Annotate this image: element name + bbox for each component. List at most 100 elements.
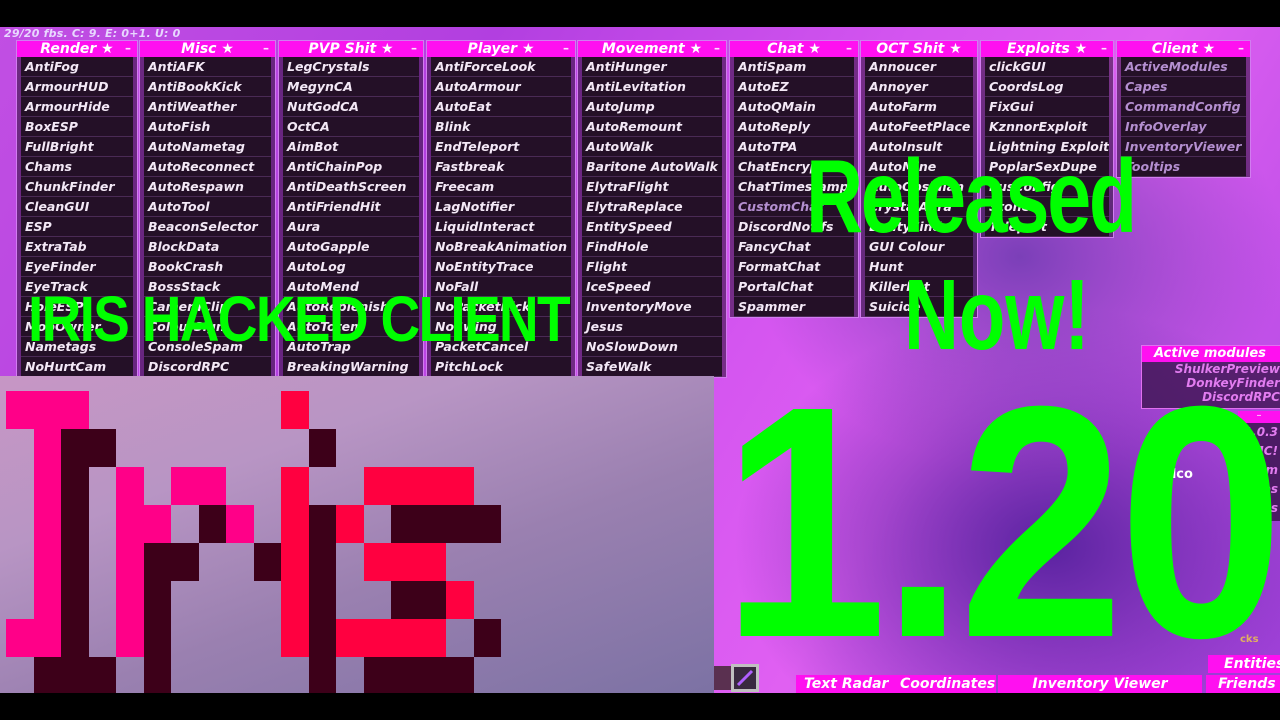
- panel-header[interactable]: Chat ★ –: [730, 41, 858, 57]
- module-toggle[interactable]: BeaconSelector: [144, 217, 271, 237]
- module-toggle[interactable]: FullBright: [21, 137, 133, 157]
- module-toggle[interactable]: IceSpeed: [582, 277, 722, 297]
- module-toggle[interactable]: LiquidInteract: [431, 217, 571, 237]
- module-toggle[interactable]: AntiSpam: [734, 57, 854, 77]
- module-toggle[interactable]: AntiFriendHit: [283, 197, 419, 217]
- module-toggle[interactable]: AutoJump: [582, 97, 722, 117]
- module-toggle[interactable]: Annoyer: [865, 77, 973, 97]
- module-toggle[interactable]: FindHole: [582, 237, 722, 257]
- module-toggle[interactable]: AntiWeather: [144, 97, 271, 117]
- module-toggle[interactable]: Annoucer: [865, 57, 973, 77]
- minimize-button[interactable]: –: [1238, 40, 1244, 56]
- panel-header[interactable]: Render ★ –: [17, 41, 137, 57]
- minimize-button[interactable]: –: [125, 40, 131, 56]
- module-toggle[interactable]: AutoReply: [734, 117, 854, 137]
- module-toggle[interactable]: AntiHunger: [582, 57, 722, 77]
- module-toggle[interactable]: Capes: [1121, 77, 1246, 97]
- module-toggle[interactable]: CoordsLog: [985, 77, 1109, 97]
- panel-header[interactable]: PVP Shit ★ –: [279, 41, 423, 57]
- panel-header[interactable]: Client ★ –: [1117, 41, 1250, 57]
- module-toggle[interactable]: NoEntityTrace: [431, 257, 571, 277]
- module-toggle[interactable]: CommandConfig: [1121, 97, 1246, 117]
- module-toggle[interactable]: ExtraTab: [21, 237, 133, 257]
- module-toggle[interactable]: Chams: [21, 157, 133, 177]
- module-toggle[interactable]: AutoFish: [144, 117, 271, 137]
- module-toggle[interactable]: AutoWalk: [582, 137, 722, 157]
- module-toggle[interactable]: MegynCA: [283, 77, 419, 97]
- module-toggle[interactable]: AutoEZ: [734, 77, 854, 97]
- module-toggle[interactable]: Blink: [431, 117, 571, 137]
- module-toggle[interactable]: AutoArmour: [431, 77, 571, 97]
- module-toggle[interactable]: AutoFeetPlace: [865, 117, 973, 137]
- module-toggle[interactable]: AimBot: [283, 137, 419, 157]
- module-toggle[interactable]: AntiDeathScreen: [283, 177, 419, 197]
- module-toggle[interactable]: BoxESP: [21, 117, 133, 137]
- module-toggle[interactable]: NoBreakAnimation: [431, 237, 571, 257]
- module-toggle[interactable]: AutoGapple: [283, 237, 419, 257]
- module-toggle[interactable]: NutGodCA: [283, 97, 419, 117]
- panel-header[interactable]: Player ★ –: [427, 41, 575, 57]
- module-toggle[interactable]: AutoRespawn: [144, 177, 271, 197]
- minimize-button[interactable]: –: [411, 40, 417, 56]
- module-toggle[interactable]: AutoTool: [144, 197, 271, 217]
- module-toggle[interactable]: SafeWalk: [582, 357, 722, 377]
- module-toggle[interactable]: ElytraFlight: [582, 177, 722, 197]
- minimize-button[interactable]: –: [714, 40, 720, 56]
- module-toggle[interactable]: AntiChainPop: [283, 157, 419, 177]
- module-toggle[interactable]: AutoRemount: [582, 117, 722, 137]
- module-toggle[interactable]: BookCrash: [144, 257, 271, 277]
- module-toggle[interactable]: InventoryMove: [582, 297, 722, 317]
- module-toggle[interactable]: LagNotifier: [431, 197, 571, 217]
- module-toggle[interactable]: Aura: [283, 217, 419, 237]
- module-toggle[interactable]: BreakingWarning: [283, 357, 419, 377]
- module-toggle[interactable]: Fastbreak: [431, 157, 571, 177]
- module-toggle[interactable]: KznnorExploit: [985, 117, 1109, 137]
- module-toggle[interactable]: clickGUI: [985, 57, 1109, 77]
- minimize-button[interactable]: –: [263, 40, 269, 56]
- module-toggle[interactable]: BlockData: [144, 237, 271, 257]
- module-toggle[interactable]: AutoEat: [431, 97, 571, 117]
- module-toggle[interactable]: Freecam: [431, 177, 571, 197]
- module-toggle[interactable]: ElytraReplace: [582, 197, 722, 217]
- module-toggle[interactable]: ArmourHide: [21, 97, 133, 117]
- module-toggle[interactable]: AutoReconnect: [144, 157, 271, 177]
- module-toggle[interactable]: AntiLevitation: [582, 77, 722, 97]
- module-toggle[interactable]: PortalChat: [734, 277, 854, 297]
- module-toggle[interactable]: Tooltips: [1121, 157, 1246, 177]
- panel-header[interactable]: Movement ★ –: [578, 41, 726, 57]
- module-toggle[interactable]: AntiAFK: [144, 57, 271, 77]
- module-toggle[interactable]: EndTeleport: [431, 137, 571, 157]
- module-toggle[interactable]: OctCA: [283, 117, 419, 137]
- module-toggle[interactable]: AntiForceLook: [431, 57, 571, 77]
- module-toggle[interactable]: AutoLog: [283, 257, 419, 277]
- module-toggle[interactable]: ActiveModules: [1121, 57, 1246, 77]
- module-toggle[interactable]: FormatChat: [734, 257, 854, 277]
- minimize-button[interactable]: –: [563, 40, 569, 56]
- module-toggle[interactable]: AntiBookKick: [144, 77, 271, 97]
- panel-header[interactable]: Misc ★ –: [140, 41, 275, 57]
- module-toggle[interactable]: AutoQMain: [734, 97, 854, 117]
- module-toggle[interactable]: Flight: [582, 257, 722, 277]
- minimize-button[interactable]: –: [846, 40, 852, 56]
- panel-header[interactable]: Exploits ★ –: [981, 41, 1113, 57]
- module-toggle[interactable]: DiscordRPC: [144, 357, 271, 377]
- module-toggle[interactable]: AutoFarm: [865, 97, 973, 117]
- module-toggle[interactable]: ESP: [21, 217, 133, 237]
- module-toggle[interactable]: CleanGUI: [21, 197, 133, 217]
- module-toggle[interactable]: Spammer: [734, 297, 854, 317]
- module-toggle[interactable]: Jesus: [582, 317, 722, 337]
- module-toggle[interactable]: NoSlowDown: [582, 337, 722, 357]
- module-toggle[interactable]: EyeFinder: [21, 257, 133, 277]
- module-toggle[interactable]: AutoNametag: [144, 137, 271, 157]
- panel-header[interactable]: OCT Shit ★: [861, 41, 977, 57]
- minimize-button[interactable]: –: [1101, 40, 1107, 56]
- module-toggle[interactable]: NoHurtCam: [21, 357, 133, 377]
- module-toggle[interactable]: PitchLock: [431, 357, 571, 377]
- module-toggle[interactable]: ArmourHUD: [21, 77, 133, 97]
- module-toggle[interactable]: AntiFog: [21, 57, 133, 77]
- module-toggle[interactable]: EntitySpeed: [582, 217, 722, 237]
- module-toggle[interactable]: ChunkFinder: [21, 177, 133, 197]
- module-toggle[interactable]: InventoryViewer: [1121, 137, 1246, 157]
- module-toggle[interactable]: Baritone AutoWalk: [582, 157, 722, 177]
- module-toggle[interactable]: FixGui: [985, 97, 1109, 117]
